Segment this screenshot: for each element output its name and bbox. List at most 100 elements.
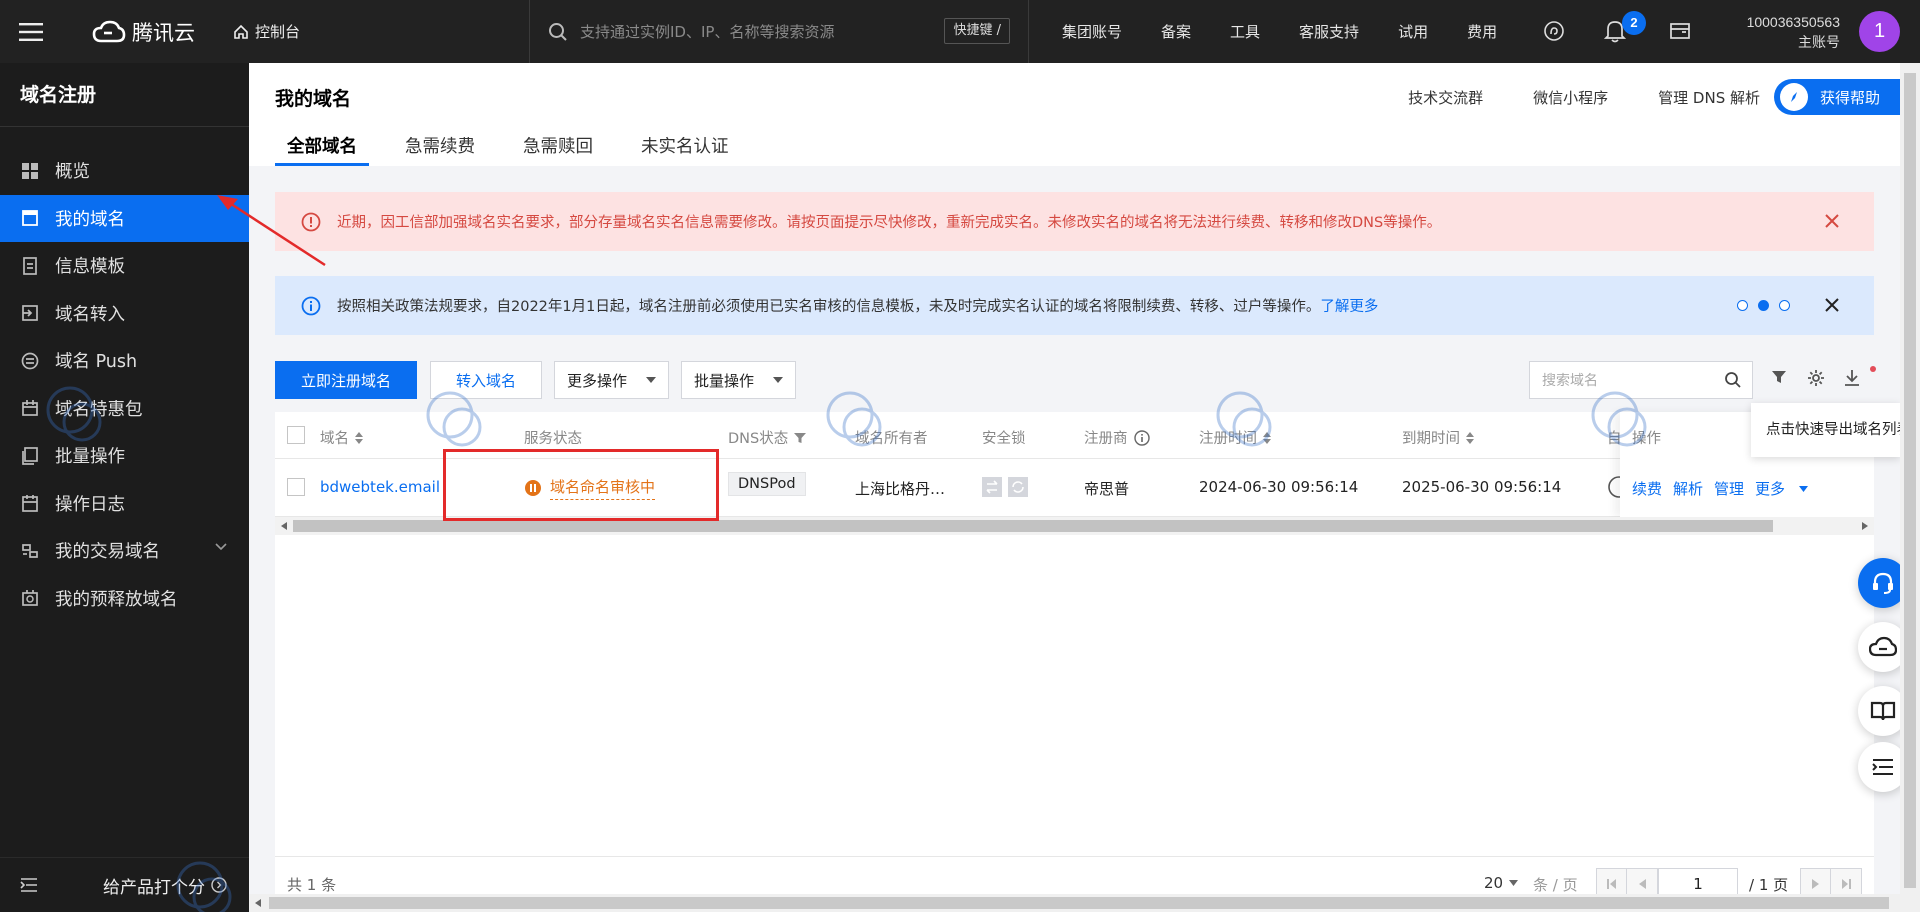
sidebar-item-package[interactable]: 域名特惠包: [0, 385, 249, 433]
owner-name: 上海比格丹…: [855, 480, 946, 498]
caret-down-icon: [1799, 485, 1809, 492]
mini-program-icon[interactable]: [1543, 20, 1565, 42]
sidebar-item-label: 我的交易域名: [55, 542, 160, 563]
row-checkbox[interactable]: [287, 478, 305, 496]
carousel-dot[interactable]: [1779, 300, 1790, 311]
nav-tools[interactable]: 工具: [1230, 21, 1260, 42]
dns-status-badge: DNSPod: [728, 472, 806, 496]
cloud-icon: [1869, 636, 1897, 657]
caret-down-icon: [773, 377, 783, 383]
page-size-select[interactable]: 20: [1484, 874, 1519, 892]
col-exp-time[interactable]: 到期时间: [1402, 427, 1474, 448]
info-icon[interactable]: [1133, 429, 1150, 446]
carousel-dot[interactable]: [1737, 300, 1748, 311]
registration-time: 2024-06-30 09:56:14: [1199, 478, 1359, 496]
policy-alert: 按照相关政策法规要求，自2022年1月1日起，域名注册前必须使用已实名审核的信息…: [275, 276, 1874, 335]
nav-billing[interactable]: 费用: [1467, 21, 1497, 42]
info-icon: [301, 296, 321, 316]
annotation-arrow-icon: [217, 195, 326, 267]
nav-beian[interactable]: 备案: [1161, 21, 1191, 42]
renew-link[interactable]: 续费: [1632, 478, 1662, 499]
nav-support[interactable]: 客服支持: [1299, 21, 1359, 42]
sidebar-item-transfer-in[interactable]: 域名转入: [0, 290, 249, 338]
scrollbar-thumb[interactable]: [269, 897, 1889, 909]
collapse-sidebar-icon[interactable]: [20, 878, 38, 892]
compass-icon: [1780, 83, 1808, 111]
close-icon[interactable]: [1824, 213, 1840, 229]
carousel-dot-active[interactable]: [1758, 300, 1769, 311]
page-vertical-scrollbar[interactable]: [1900, 63, 1920, 912]
more-dropdown[interactable]: 更多: [1755, 478, 1809, 499]
batch-operations-select[interactable]: 批量操作: [681, 361, 796, 399]
manage-link[interactable]: 管理: [1714, 478, 1744, 499]
lock-update-icon[interactable]: [1008, 477, 1028, 497]
domain-icon: [21, 209, 39, 227]
sidebar-item-batch[interactable]: 批量操作: [0, 432, 249, 480]
page-horizontal-scrollbar[interactable]: [249, 894, 1900, 912]
nav-group-account[interactable]: 集团账号: [1062, 21, 1122, 42]
console-link[interactable]: 控制台: [233, 21, 300, 42]
caret-down-icon: [646, 377, 656, 383]
scroll-left-icon[interactable]: [255, 899, 261, 907]
brand-name: 腾讯云: [132, 20, 195, 45]
col-dns[interactable]: DNS状态: [728, 427, 807, 448]
more-operations-select[interactable]: 更多操作: [554, 361, 669, 399]
scrollbar-thumb[interactable]: [293, 520, 1773, 532]
close-icon[interactable]: [1824, 297, 1840, 313]
page-size-value: 20: [1484, 874, 1504, 892]
manage-dns-link[interactable]: 管理 DNS 解析: [1658, 87, 1760, 108]
tab-unverified[interactable]: 未实名认证: [641, 133, 729, 166]
tab-urgent-redeem[interactable]: 急需赎回: [523, 133, 593, 166]
ticket-icon[interactable]: [1669, 21, 1691, 41]
search-placeholder: 支持通过实例ID、IP、名称等搜索资源: [580, 23, 835, 41]
avatar[interactable]: 1: [1859, 11, 1900, 52]
home-icon: [234, 24, 248, 39]
package-icon: [21, 399, 39, 417]
transfer-in-icon: [21, 304, 39, 322]
col-security-lock: 安全锁: [982, 431, 1026, 447]
watermark-logo: [1591, 391, 1647, 447]
sidebar-item-overview[interactable]: 概览: [0, 147, 249, 195]
scroll-left-icon[interactable]: [281, 522, 287, 530]
learn-more-link[interactable]: 了解更多: [1320, 295, 1378, 316]
register-domain-button[interactable]: 立即注册域名: [275, 361, 417, 399]
hamburger-menu-icon[interactable]: [0, 0, 62, 63]
carousel-dots: [1737, 300, 1790, 311]
tech-group-link[interactable]: 技术交流群: [1408, 87, 1483, 108]
brand-logo[interactable]: 腾讯云: [92, 17, 195, 47]
tab-urgent-renewal[interactable]: 急需续费: [405, 133, 475, 166]
col-domain-label: 域名: [320, 431, 349, 447]
col-registrar-label: 注册商: [1084, 431, 1128, 447]
watermark-logo: [1216, 391, 1272, 447]
search-icon[interactable]: [1724, 371, 1742, 389]
lock-transfer-icon[interactable]: [982, 477, 1002, 497]
sidebar-item-log[interactable]: 操作日志: [0, 480, 249, 528]
nav-trial[interactable]: 试用: [1398, 21, 1428, 42]
trade-icon: [21, 542, 39, 560]
scrollbar-thumb[interactable]: [1904, 73, 1916, 888]
wechat-miniprogram-link[interactable]: 微信小程序: [1533, 87, 1608, 108]
get-help-button[interactable]: 获得帮助: [1774, 79, 1902, 115]
caret-down-icon: [1509, 880, 1519, 886]
console-label: 控制台: [255, 23, 301, 41]
col-exp-time-label: 到期时间: [1402, 431, 1460, 447]
sidebar-item-trade[interactable]: 我的交易域名: [0, 527, 249, 575]
tab-all-domains[interactable]: 全部域名: [275, 133, 369, 166]
page-size-unit: 条 / 页: [1533, 876, 1578, 894]
security-lock-toggles: [982, 477, 1028, 497]
account-info[interactable]: 100036350563 主账号: [1747, 12, 1840, 52]
sidebar-item-push[interactable]: 域名 Push: [0, 337, 249, 385]
dashboard-icon: [21, 162, 39, 180]
sidebar-item-prerelease[interactable]: 我的预释放域名: [0, 575, 249, 623]
scroll-right-icon[interactable]: [1862, 522, 1868, 530]
select-all-checkbox[interactable]: [287, 426, 305, 444]
download-icon[interactable]: [1844, 369, 1860, 387]
settings-gear-icon[interactable]: [1807, 369, 1825, 387]
domain-name-link[interactable]: bdwebtek.email: [320, 478, 440, 496]
shortcut-hint: 快捷键 /: [944, 18, 1010, 44]
top-bar: 腾讯云 控制台 支持通过实例ID、IP、名称等搜索资源 快捷键 / 集团账号 备…: [0, 0, 1920, 63]
filter-icon[interactable]: [1771, 369, 1787, 385]
resolve-link[interactable]: 解析: [1673, 478, 1703, 499]
col-domain[interactable]: 域名: [320, 427, 363, 448]
global-search[interactable]: 支持通过实例ID、IP、名称等搜索资源 快捷键 /: [529, 0, 1029, 63]
